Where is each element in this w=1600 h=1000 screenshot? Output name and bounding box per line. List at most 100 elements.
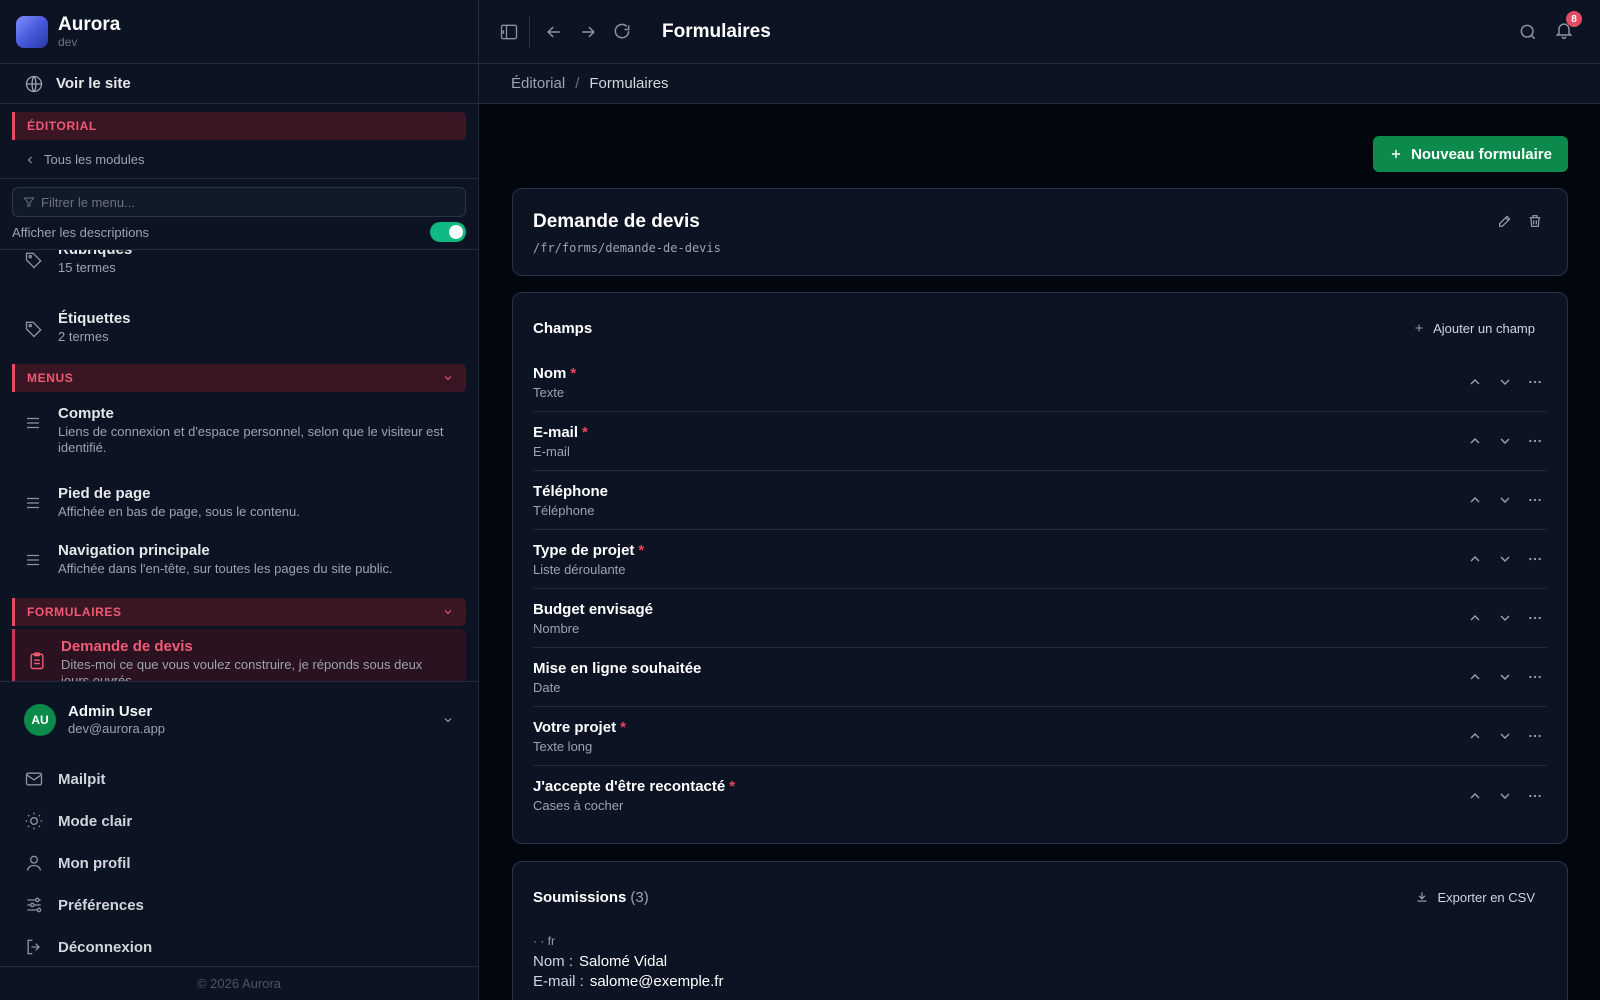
sidebar-item-title: Navigation principale bbox=[58, 542, 210, 559]
more-icon[interactable] bbox=[1527, 669, 1543, 685]
search-icon[interactable] bbox=[1518, 22, 1538, 42]
chevron-up-icon[interactable] bbox=[1467, 788, 1483, 804]
field-type: Liste déroulante bbox=[533, 561, 626, 577]
menus-section-header[interactable]: MENUS bbox=[12, 364, 466, 392]
refresh-icon[interactable] bbox=[612, 22, 632, 42]
chevron-down-icon[interactable] bbox=[1497, 492, 1513, 508]
field-row[interactable]: Téléphone Téléphone bbox=[533, 471, 1547, 530]
arrow-left-icon[interactable] bbox=[544, 22, 564, 42]
chevron-down-icon bbox=[442, 606, 454, 618]
logout-link[interactable]: Déconnexion bbox=[0, 926, 478, 968]
export-csv-label: Exporter en CSV bbox=[1437, 889, 1535, 905]
more-icon[interactable] bbox=[1527, 551, 1543, 567]
clipboard-icon bbox=[27, 637, 47, 681]
submission-key: E-mail : bbox=[533, 973, 584, 990]
chevron-up-icon[interactable] bbox=[1467, 669, 1483, 685]
submission-line: E-mail : salome@exemple.fr bbox=[533, 972, 1547, 992]
submissions-header: Soumissions (3) Exporter en CSV bbox=[533, 862, 1547, 932]
required-marker: * bbox=[638, 541, 645, 559]
chevron-up-icon[interactable] bbox=[1467, 551, 1483, 567]
chevron-down-icon[interactable] bbox=[1497, 728, 1513, 744]
brand[interactable]: Aurora dev bbox=[0, 0, 478, 64]
trash-icon[interactable] bbox=[1527, 213, 1543, 229]
logout-icon bbox=[24, 937, 44, 957]
sidebar-toggle-icon[interactable] bbox=[499, 22, 519, 42]
filter-icon bbox=[23, 196, 35, 208]
breadcrumb-parent[interactable]: Éditorial bbox=[511, 75, 565, 92]
sidebar-item-compte[interactable]: Compte Liens de connexion et d'espace pe… bbox=[0, 392, 478, 468]
preferences-label: Préférences bbox=[58, 896, 144, 914]
new-form-button[interactable]: Nouveau formulaire bbox=[1373, 136, 1568, 172]
chevron-down-icon[interactable] bbox=[1497, 610, 1513, 626]
tag-icon bbox=[24, 309, 44, 350]
menu-icon bbox=[24, 404, 44, 468]
more-icon[interactable] bbox=[1527, 788, 1543, 804]
sidebar-item-rubriques[interactable]: Rubriques 15 termes bbox=[0, 250, 478, 286]
user-icon bbox=[24, 853, 44, 873]
chevron-down-icon[interactable] bbox=[1497, 788, 1513, 804]
field-row[interactable]: Mise en ligne souhaitée Date bbox=[533, 648, 1547, 707]
more-icon[interactable] bbox=[1527, 728, 1543, 744]
field-row[interactable]: Budget envisagé Nombre bbox=[533, 589, 1547, 648]
field-type: Nombre bbox=[533, 620, 580, 636]
notifications-button[interactable]: 8 bbox=[1554, 11, 1582, 40]
form-actions bbox=[1497, 213, 1543, 229]
divider bbox=[529, 15, 530, 48]
submissions-count: (3) bbox=[630, 888, 649, 906]
submission-entry[interactable]: · · fr Nom : Salomé Vidal E-mail : salome@… bbox=[533, 934, 1547, 992]
menu-filter-placeholder: Filtrer le menu... bbox=[41, 194, 135, 210]
chevron-up-icon[interactable] bbox=[1467, 374, 1483, 390]
notification-badge: 8 bbox=[1566, 11, 1582, 27]
more-icon[interactable] bbox=[1527, 374, 1543, 390]
preferences-link[interactable]: Préférences bbox=[0, 884, 478, 926]
user-menu-trigger[interactable]: AU Admin User dev@aurora.app bbox=[0, 682, 478, 758]
more-icon[interactable] bbox=[1527, 492, 1543, 508]
chevron-down-icon[interactable] bbox=[1497, 669, 1513, 685]
sidebar-item-pied-de-page[interactable]: Pied de page Affichée en bas de page, so… bbox=[0, 468, 478, 526]
field-label: J'accepte d'être recontacté bbox=[533, 778, 726, 795]
light-mode-toggle[interactable]: Mode clair bbox=[0, 800, 478, 842]
field-row[interactable]: J'accepte d'être recontacté * Cases à coch… bbox=[533, 766, 1547, 825]
arrow-right-icon[interactable] bbox=[578, 22, 598, 42]
menu-filter-input[interactable]: Filtrer le menu... bbox=[12, 187, 466, 217]
show-descriptions-row: Afficher les descriptions bbox=[12, 217, 466, 247]
chevron-up-icon[interactable] bbox=[1467, 728, 1483, 744]
field-row[interactable]: Votre projet * Texte long bbox=[533, 707, 1547, 766]
sidebar-menu-list[interactable]: Rubriques 15 termes Étiquettes 2 termes … bbox=[0, 249, 478, 681]
chevron-up-icon[interactable] bbox=[1467, 492, 1483, 508]
export-csv-button[interactable]: Exporter en CSV bbox=[1415, 890, 1535, 905]
required-marker: * bbox=[570, 364, 577, 382]
sidebar-item-demande-de-devis[interactable]: Demande de devis Dites-moi ce que vous v… bbox=[12, 629, 466, 681]
submissions-title: Soumissions bbox=[533, 888, 627, 906]
submission-lang: · · fr bbox=[533, 934, 555, 948]
all-modules-link[interactable]: Tous les modules bbox=[0, 140, 478, 172]
profile-link[interactable]: Mon profil bbox=[0, 842, 478, 884]
logout-label: Déconnexion bbox=[58, 938, 153, 956]
show-descriptions-toggle[interactable] bbox=[430, 222, 466, 242]
fields-title: Champs bbox=[533, 319, 593, 337]
field-label: Téléphone bbox=[533, 482, 609, 500]
field-row[interactable]: E-mail * E-mail bbox=[533, 412, 1547, 471]
field-row[interactable]: Nom * Texte bbox=[533, 353, 1547, 412]
field-row[interactable]: Type de projet * Liste déroulante bbox=[533, 530, 1547, 589]
mailpit-link[interactable]: Mailpit bbox=[0, 758, 478, 800]
field-label: Votre projet bbox=[533, 718, 617, 736]
chevron-up-icon[interactable] bbox=[1467, 610, 1483, 626]
field-type: E-mail bbox=[533, 443, 570, 459]
more-icon[interactable] bbox=[1527, 433, 1543, 449]
forms-section-header[interactable]: FORMULAIRES bbox=[12, 598, 466, 626]
view-site-link[interactable]: Voir le site bbox=[0, 64, 478, 104]
more-icon[interactable] bbox=[1527, 610, 1543, 626]
add-field-button[interactable]: Ajouter un champ bbox=[1413, 321, 1535, 336]
menus-section-label: MENUS bbox=[27, 371, 74, 385]
chevron-up-icon[interactable] bbox=[1467, 433, 1483, 449]
new-form-label: Nouveau formulaire bbox=[1411, 145, 1552, 163]
sidebar-item-navigation-principale[interactable]: Navigation principale Affichée dans l'en… bbox=[0, 526, 478, 584]
sidebar-item-etiquettes[interactable]: Étiquettes 2 termes bbox=[0, 296, 478, 350]
form-card: Demande de devis /fr/forms/demande-de-de… bbox=[512, 188, 1568, 276]
chevron-down-icon[interactable] bbox=[1497, 551, 1513, 567]
edit-icon[interactable] bbox=[1497, 213, 1513, 229]
chevron-down-icon[interactable] bbox=[1497, 433, 1513, 449]
globe-icon bbox=[24, 74, 44, 94]
chevron-down-icon[interactable] bbox=[1497, 374, 1513, 390]
